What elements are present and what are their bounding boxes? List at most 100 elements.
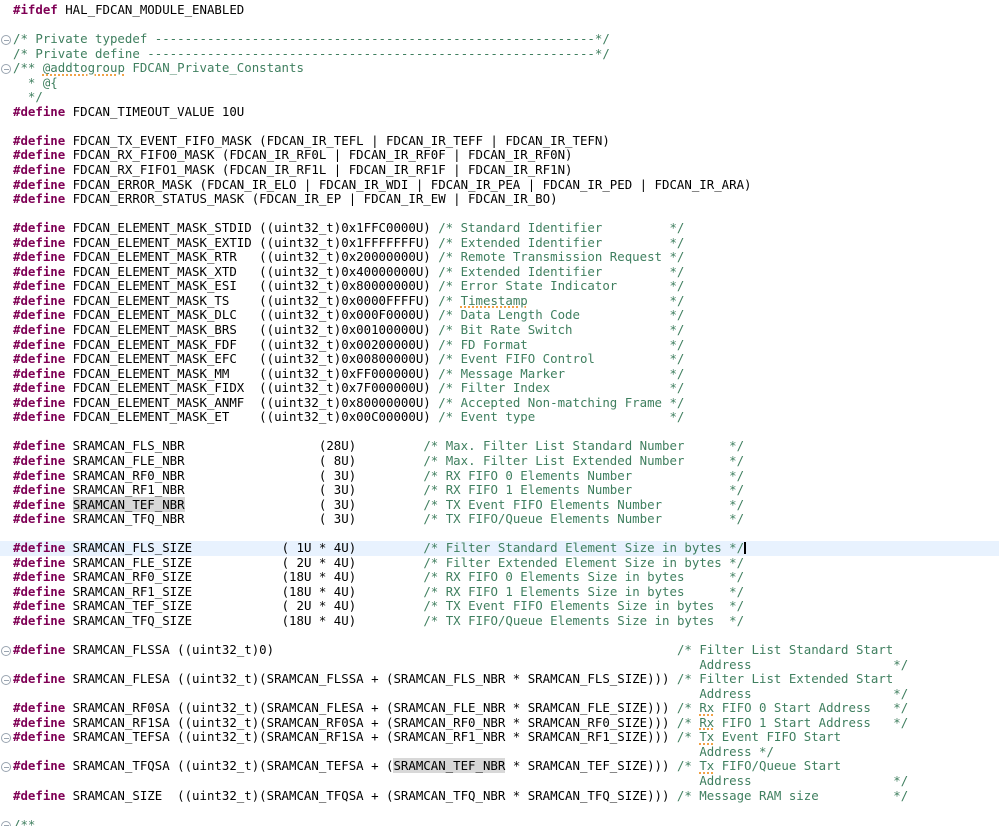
code-line — [0, 18, 999, 33]
code-line: #define SRAMCAN_RF1_SIZE (18U * 4U) /* R… — [0, 585, 999, 600]
code-keyword: #define — [13, 380, 65, 395]
fold-collapse-icon[interactable] — [1, 733, 11, 743]
fold-collapse-icon[interactable] — [1, 762, 11, 772]
code-line: #define FDCAN_ELEMENT_MASK_ET ((uint32_t… — [0, 410, 999, 425]
code-comment: /* — [677, 715, 699, 730]
code-token: (18U * 4U) — [282, 584, 357, 599]
code-token: FDCAN_ELEMENT_MASK_RTR ((uint32_t)0x2000… — [65, 249, 438, 264]
code-comment: /* Filter Standard Element Size in bytes… — [423, 540, 744, 555]
code-keyword: #define — [13, 351, 65, 366]
code-line: #define SRAMCAN_RF0_NBR ( 3U) /* RX FIFO… — [0, 469, 999, 484]
code-comment: ----------------------------------------… — [147, 46, 595, 61]
code-token: FDCAN_RX_FIFO0_MASK (FDCAN_IR_RF0L | FDC… — [65, 147, 572, 162]
code-line: #define FDCAN_ELEMENT_MASK_FIDX ((uint32… — [0, 381, 999, 396]
code-token: ( 8U) — [319, 453, 356, 468]
code-token: FDCAN_ELEMENT_MASK_ANMF ((uint32_t)0x800… — [65, 395, 438, 410]
code-comment: FIFO/Queue Start — [714, 758, 841, 773]
code-comment: */ — [595, 31, 610, 46]
code-keyword: #define — [13, 613, 65, 628]
code-token: FDCAN_ELEMENT_MASK_EXTID ((uint32_t)0x1F… — [65, 235, 438, 250]
spell-error-word: Tx — [699, 758, 714, 773]
code-token — [65, 497, 72, 512]
code-token: FDCAN_RX_FIFO1_MASK (FDCAN_IR_RF1L | FDC… — [65, 162, 572, 177]
code-token: FDCAN_ELEMENT_MASK_EFC ((uint32_t)0x0080… — [65, 351, 438, 366]
fold-collapse-icon[interactable] — [1, 646, 11, 656]
code-token: SRAMCAN_RF1_SIZE — [65, 584, 192, 599]
code-comment: FIFO 0 Start Address */ — [714, 700, 908, 715]
code-comment: Event FIFO Start — [714, 729, 841, 744]
code-token: (18U * 4U) — [282, 569, 357, 584]
code-line: /* Private define ----------------------… — [0, 47, 999, 62]
code-comment: /* Message RAM size */ — [677, 788, 908, 803]
code-token: HAL_FDCAN_MODULE_ENABLED — [58, 2, 245, 17]
code-comment: Address — [699, 657, 751, 672]
code-token: SRAMCAN_TFQ_SIZE — [65, 613, 192, 628]
code-keyword: #define — [13, 162, 65, 177]
fold-collapse-icon[interactable] — [1, 821, 11, 826]
code-line: Address */ — [0, 774, 999, 789]
fold-collapse-icon[interactable] — [1, 64, 11, 74]
code-line: * @{ — [0, 76, 999, 91]
code-line: #ifdef HAL_FDCAN_MODULE_ENABLED — [0, 3, 999, 18]
code-keyword: #define — [13, 337, 65, 352]
code-line: #define FDCAN_RX_FIFO0_MASK (FDCAN_IR_RF… — [0, 148, 999, 163]
code-comment: /* Filter Extended Element Size in bytes… — [423, 555, 744, 570]
occurrence-highlight: SRAMCAN_TEF_NBR — [393, 758, 505, 773]
code-token: FDCAN_ELEMENT_MASK_ET ((uint32_t)0x00C00… — [65, 409, 438, 424]
code-keyword: #define — [13, 409, 65, 424]
code-token: FDCAN_ERROR_STATUS_MASK (FDCAN_IR_EP | F… — [65, 191, 557, 206]
code-token: FDCAN_ELEMENT_MASK_FDF ((uint32_t)0x0020… — [65, 337, 438, 352]
code-line: #define FDCAN_ELEMENT_MASK_ANMF ((uint32… — [0, 396, 999, 411]
code-keyword: #define — [13, 395, 65, 410]
code-comment: /* Bit Rate Switch */ — [438, 322, 684, 337]
code-comment: /* Filter Index */ — [438, 380, 684, 395]
code-comment: /* — [438, 293, 460, 308]
code-token: FDCAN_ELEMENT_MASK_XTD ((uint32_t)0x4000… — [65, 264, 438, 279]
code-line: #define SRAMCAN_FLE_NBR ( 8U) /* Max. Fi… — [0, 454, 999, 469]
code-keyword: #define — [13, 249, 65, 264]
code-line: #define SRAMCAN_SIZE ((uint32_t)(SRAMCAN… — [0, 789, 999, 804]
code-keyword: #define — [13, 453, 65, 468]
code-line: */ — [0, 90, 999, 105]
code-token: SRAMCAN_TFQ_NBR — [65, 511, 184, 526]
code-line — [0, 803, 999, 818]
code-comment: /* — [677, 729, 699, 744]
code-comment: */ — [13, 89, 43, 104]
code-comment: */ — [893, 686, 908, 701]
occurrence-highlight: SRAMCAN_TEF_NBR — [73, 497, 185, 512]
code-editor[interactable]: #ifdef HAL_FDCAN_MODULE_ENABLED /* Privat… — [0, 0, 999, 826]
code-token: FDCAN_ELEMENT_MASK_FIDX ((uint32_t)0x7F0… — [65, 380, 438, 395]
code-keyword: #define — [13, 133, 65, 148]
code-keyword: #define — [13, 497, 65, 512]
fold-collapse-icon[interactable] — [1, 675, 11, 685]
code-line — [0, 425, 999, 440]
code-comment: /* Remote Transmission Request */ — [438, 249, 684, 264]
code-comment: /* TX Event FIFO Elements Number */ — [423, 497, 744, 512]
code-keyword: #define — [13, 468, 65, 483]
code-keyword: #define — [13, 322, 65, 337]
code-line — [0, 119, 999, 134]
fold-collapse-icon[interactable] — [1, 35, 11, 45]
code-line — [0, 527, 999, 542]
code-comment: /* Data Length Code */ — [438, 307, 684, 322]
code-keyword: #define — [13, 642, 65, 657]
code-token: FDCAN_ELEMENT_MASK_ESI ((uint32_t)0x8000… — [65, 278, 438, 293]
code-line: #define FDCAN_ERROR_MASK (FDCAN_IR_ELO |… — [0, 178, 999, 193]
code-token: SRAMCAN_FLS_NBR — [65, 438, 184, 453]
code-token: SRAMCAN_FLESA ((uint32_t)(SRAMCAN_FLSSA … — [65, 671, 677, 686]
code-keyword: #define — [13, 584, 65, 599]
code-keyword: #define — [13, 715, 65, 730]
code-token: FDCAN_ELEMENT_MASK_BRS ((uint32_t)0x0010… — [65, 322, 438, 337]
code-keyword: #define — [13, 191, 65, 206]
code-comment: FIFO 1 Start Address */ — [714, 715, 908, 730]
code-comment: /* Standard Identifier */ — [438, 220, 684, 235]
code-comment: /* RX FIFO 1 Elements Number */ — [423, 482, 744, 497]
code-keyword: #define — [13, 729, 65, 744]
code-comment: Address — [699, 773, 751, 788]
code-token: FDCAN_TIMEOUT_VALUE 10U — [65, 104, 244, 119]
code-line: #define SRAMCAN_FLS_NBR (28U) /* Max. Fi… — [0, 439, 999, 454]
code-comment: /** — [13, 817, 35, 826]
code-keyword: #define — [13, 307, 65, 322]
code-line: #define SRAMCAN_TEF_NBR ( 3U) /* TX Even… — [0, 498, 999, 513]
code-line: #define FDCAN_ELEMENT_MASK_ESI ((uint32_… — [0, 279, 999, 294]
